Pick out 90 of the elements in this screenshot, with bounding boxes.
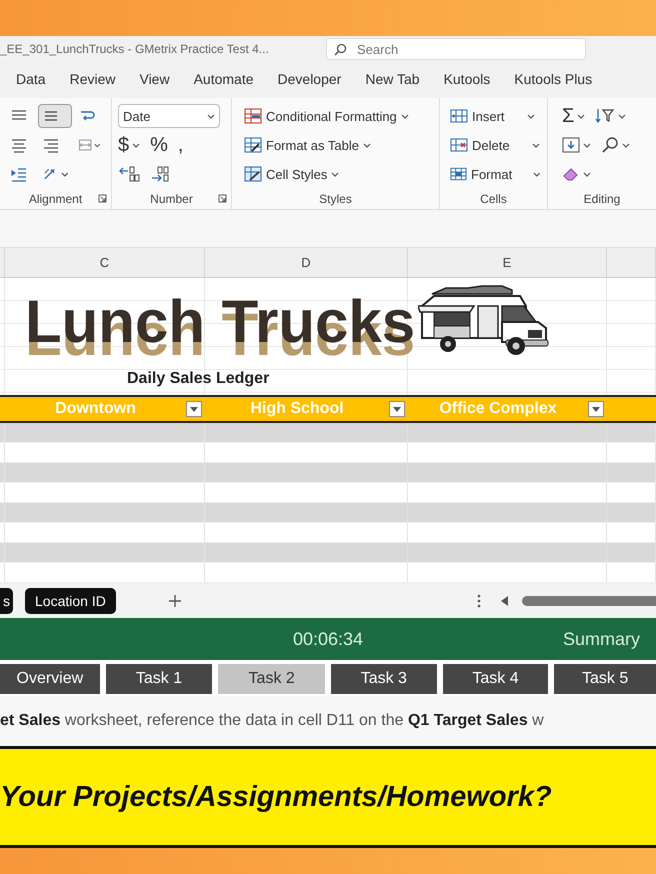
scrollbar-thumb[interactable] — [522, 596, 656, 606]
styles-button[interactable]: Cell Styles — [244, 162, 433, 186]
filter-dropdown-button[interactable] — [588, 401, 604, 417]
eraser-icon — [562, 166, 580, 182]
table-header-label: High School — [249, 400, 345, 418]
logo-title: Lunch Trucks — [25, 292, 416, 352]
dialog-launcher-icon[interactable] — [98, 194, 107, 203]
group-label: Number — [150, 192, 193, 206]
caret-icon — [526, 114, 535, 118]
dropdown-arrow-icon — [393, 406, 401, 412]
sheet-subtitle: Daily Sales Ledger — [127, 370, 270, 388]
increase-decimal-icon[interactable] — [118, 165, 140, 183]
format-cells-icon — [450, 166, 468, 182]
ribbon-tab[interactable]: View — [139, 67, 170, 93]
caret-icon — [583, 172, 591, 176]
task-tab[interactable]: Task 4 — [442, 664, 548, 694]
window-title: _EE_301_LunchTrucks - GMetrix Practice Test 4... — [0, 42, 270, 56]
search-icon — [334, 43, 347, 56]
delete-cells-icon — [450, 137, 468, 153]
ribbon-tab[interactable]: Data — [16, 67, 46, 93]
sort-filter-icon — [595, 107, 616, 125]
fill-down-icon — [562, 136, 580, 154]
task-tab[interactable]: Overview — [0, 664, 100, 694]
ribbon-tab[interactable]: Automate — [194, 67, 254, 93]
banner-text: Your Projects/Assignments/Homework? — [0, 780, 552, 814]
caret-icon — [533, 172, 541, 176]
number-format-button[interactable]: % — [150, 134, 168, 156]
column-header[interactable]: E — [502, 255, 512, 270]
dropdown-arrow-icon — [592, 406, 600, 412]
ribbon-tab[interactable]: Kutools — [444, 67, 490, 93]
ribbon-tab[interactable]: Developer — [278, 67, 342, 93]
scroll-left-icon[interactable] — [500, 596, 509, 606]
group-label: Editing — [584, 192, 620, 206]
conditional-formatting-icon — [244, 108, 262, 124]
caret-icon — [362, 142, 371, 148]
timer: 00:06:34 — [292, 628, 364, 650]
caret-icon — [61, 172, 69, 176]
caret-icon — [94, 142, 101, 148]
cells-button[interactable]: Format — [450, 162, 541, 186]
sort-filter-button[interactable] — [595, 107, 626, 125]
caret-icon — [618, 114, 626, 118]
task-tab[interactable]: Task 1 — [106, 664, 212, 694]
caret-icon — [622, 142, 630, 148]
task-tab[interactable]: Task 3 — [331, 664, 437, 694]
group-label: Styles — [319, 192, 352, 206]
group-label: Alignment — [28, 192, 82, 206]
format-table-icon — [244, 137, 262, 153]
task-tab[interactable]: Task 5 — [554, 664, 656, 694]
dialog-launcher-icon[interactable] — [218, 194, 227, 203]
find-button[interactable] — [601, 136, 630, 154]
styles-button[interactable]: Format as Table — [244, 133, 433, 157]
task-instruction: et Sales worksheet, reference the data in cell D11 on the Q1 Target Sales w — [0, 712, 544, 730]
ribbon-tab[interactable]: Kutools Plus — [514, 67, 592, 93]
fill-button[interactable] — [562, 136, 591, 154]
ribbon-tab[interactable]: Review — [70, 67, 116, 93]
caret-icon — [583, 142, 591, 148]
table-header-label: Downtown — [54, 400, 137, 418]
filter-dropdown-button[interactable] — [389, 401, 405, 417]
search-icon — [601, 136, 619, 154]
ribbon-tab[interactable]: New Tab — [365, 67, 420, 93]
summary-link[interactable]: Summary — [562, 628, 656, 650]
group-label: Cells — [480, 192, 507, 206]
cells-button[interactable]: Delete — [450, 133, 541, 157]
task-tab[interactable]: Task 2 — [218, 664, 325, 694]
dropdown-arrow-icon — [190, 406, 198, 412]
filter-dropdown-button[interactable] — [186, 401, 202, 417]
add-sheet-icon[interactable] — [168, 594, 182, 608]
caret-icon — [400, 114, 409, 118]
sheet-tab[interactable]: s — [0, 588, 13, 614]
number-format-button[interactable]: $ — [118, 134, 140, 156]
caret-icon — [577, 114, 586, 118]
more-options-icon[interactable] — [476, 594, 481, 608]
column-header[interactable]: C — [100, 255, 110, 270]
clear-button[interactable] — [562, 166, 591, 182]
search-field[interactable]: Search — [326, 38, 586, 60]
styles-button[interactable]: Conditional Formatting — [244, 104, 433, 128]
insert-cells-icon — [450, 108, 468, 124]
table-header-label: Office Complex — [438, 400, 558, 418]
sheet-tab[interactable]: Location ID — [25, 588, 116, 614]
number-format-button[interactable]: , — [178, 134, 184, 156]
caret-icon — [331, 172, 340, 176]
caret-icon — [132, 142, 140, 148]
cell-styles-icon — [244, 166, 262, 182]
number-format-dropdown[interactable]: Date — [118, 104, 220, 128]
caret-icon — [532, 142, 540, 148]
caret-icon — [207, 114, 215, 118]
cells-button[interactable]: Insert — [450, 104, 541, 128]
align-button[interactable] — [38, 104, 72, 128]
autosum-button[interactable]: Σ — [562, 104, 586, 128]
column-header[interactable]: D — [301, 255, 311, 270]
